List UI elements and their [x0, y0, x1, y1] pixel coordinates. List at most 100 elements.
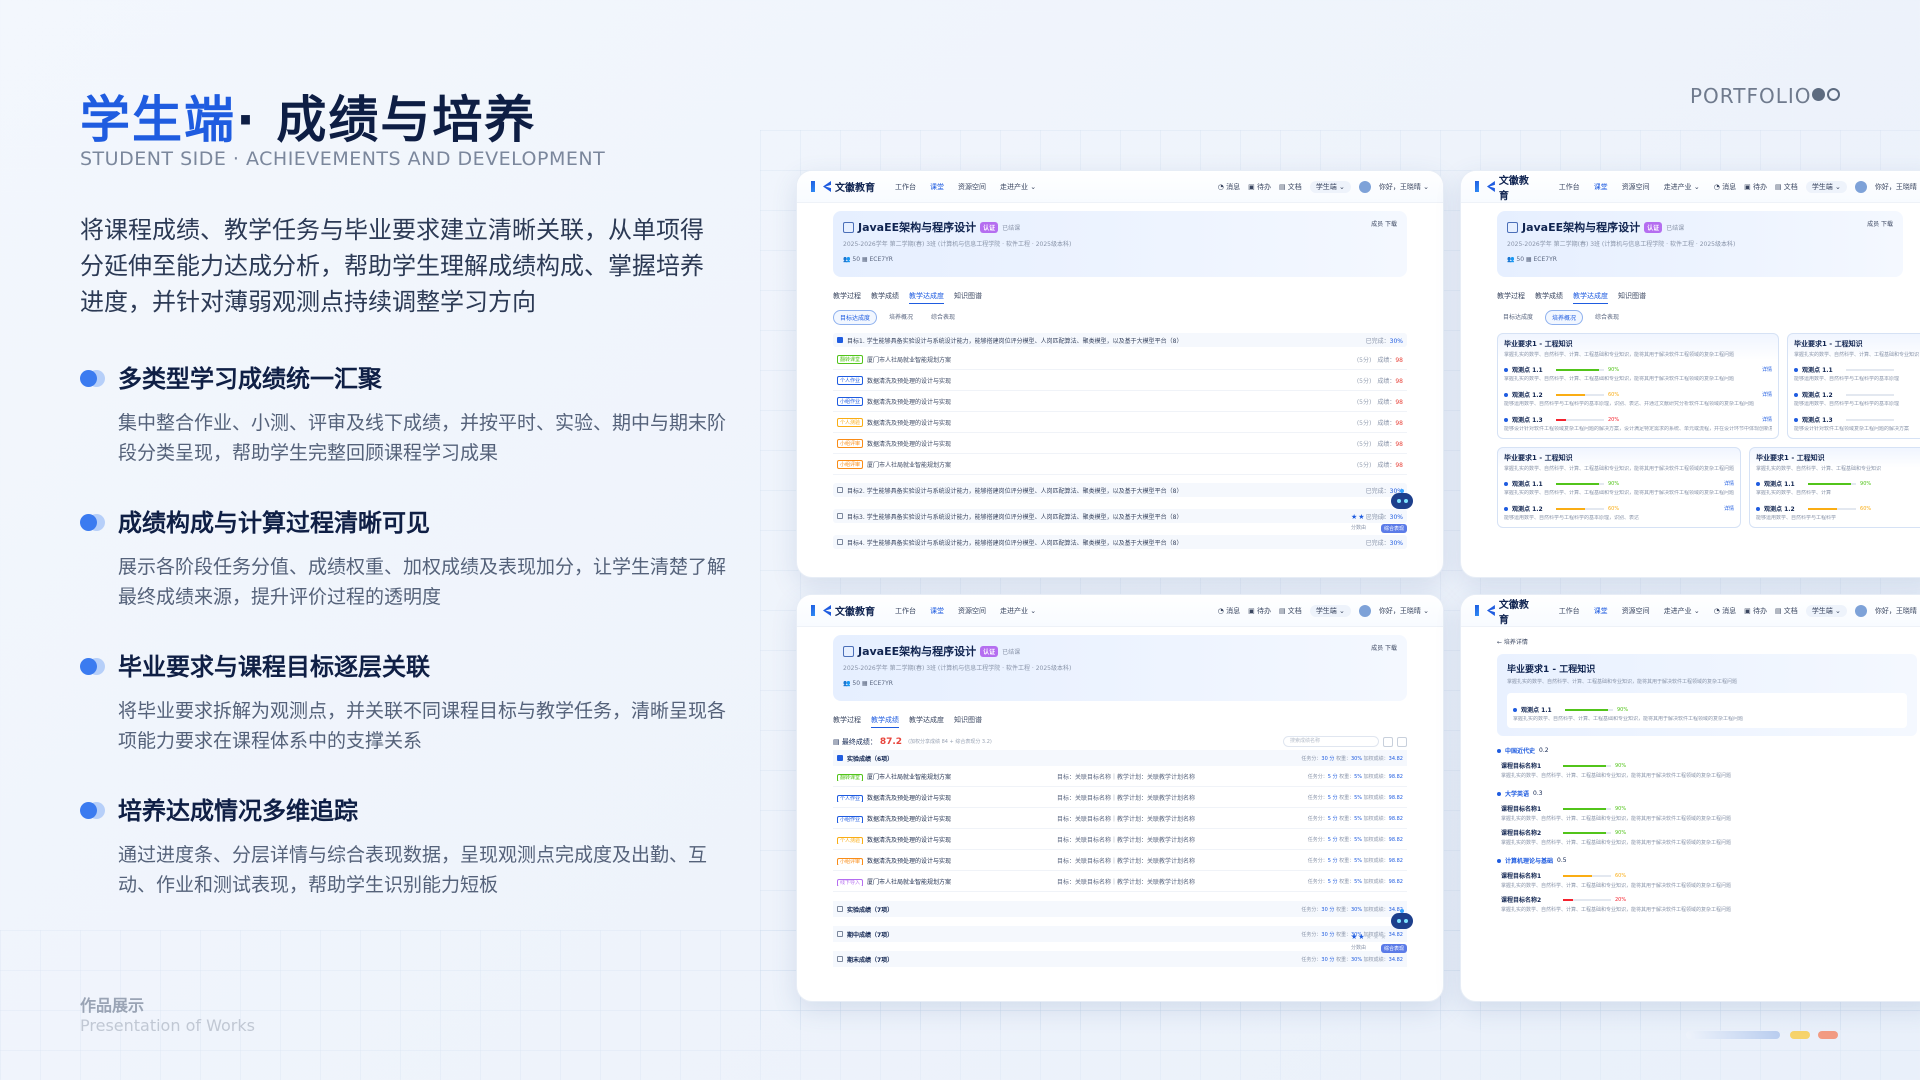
nav-item[interactable]: 资源空间 — [1622, 606, 1650, 616]
grade-row[interactable]: 个人作业 数据清洗及预处理的设计与实现 目标：关联目标名称｜教学计划：关联教学计划名… — [833, 787, 1407, 808]
nav-item[interactable]: 资源空间 — [958, 606, 986, 616]
grade-row[interactable]: 小组作业 数据清洗及预处理的设计与实现 目标：关联目标名称｜教学计划：关联教学计划名… — [833, 808, 1407, 829]
back-link[interactable]: ← 培养详情 — [1497, 637, 1903, 646]
nav-item[interactable]: 资源空间 — [1622, 182, 1650, 192]
detail-link[interactable]: 详情 — [1762, 366, 1772, 373]
task-row[interactable]: 个人测验 数据清洗及预处理的设计与实现 (5分) 成绩：98 — [833, 412, 1407, 433]
tab-item[interactable]: 教学达成度 — [1573, 291, 1608, 304]
nav-item[interactable]: 走进产业 ⌄ — [1000, 182, 1036, 192]
course-actions[interactable]: 成员 下载 — [1371, 219, 1397, 228]
course-actions[interactable]: 成员 下载 — [1371, 643, 1397, 652]
subtab-item[interactable]: 培养概况 — [883, 310, 919, 325]
nav-item[interactable]: 工作台 — [1559, 182, 1580, 192]
goal-row[interactable]: 目标4. 学生能够具备实验设计与系统设计能力，能够搭建岗位评分模型、人岗匹配算法… — [833, 535, 1407, 549]
grade-row[interactable]: 个人测验 数据清洗及预处理的设计与实现 目标：关联目标名称｜教学计划：关联教学计划名… — [833, 829, 1407, 850]
tab-item[interactable]: 知识图谱 — [1618, 291, 1646, 304]
grade-group-header[interactable]: 期中成绩（7项） 任务分：30 分 权重：30% 加权成绩：34.82 — [833, 926, 1407, 942]
nav-item[interactable]: 工作台 — [895, 182, 916, 192]
nav-item[interactable]: 课堂 — [930, 606, 944, 616]
nav-messages[interactable]: ◔ 消息 — [1714, 182, 1736, 192]
grade-group-header[interactable]: 期末成绩（7项） 任务分：30 分 权重：30% 加权成绩：34.82 — [833, 951, 1407, 967]
sort-icon[interactable] — [1397, 736, 1407, 747]
tab-item[interactable]: 教学成绩 — [1535, 291, 1563, 304]
tab-item[interactable]: 教学成绩 — [871, 715, 899, 728]
task-row[interactable]: 小组评审 数据清洗及预处理的设计与实现 (5分) 成绩：98 — [833, 433, 1407, 454]
grade-group-header[interactable]: 实验成绩（7项） 任务分：30 分 权重：30% 加权成绩：34.82 — [833, 901, 1407, 917]
task-row[interactable]: 小组作业 数据清洗及预处理的设计与实现 (5分) 成绩：98 — [833, 391, 1407, 412]
avatar[interactable] — [1358, 604, 1371, 617]
assistant-robot-icon[interactable] — [1389, 909, 1415, 935]
nav-docs[interactable]: ▤ 文档 — [1279, 606, 1302, 616]
nav-item[interactable]: 课堂 — [1594, 182, 1608, 192]
expand-toggle[interactable] — [837, 487, 843, 493]
tab-item[interactable]: 教学达成度 — [909, 715, 944, 728]
nav-item[interactable]: 走进产业 ⌄ — [1664, 606, 1700, 616]
course-actions[interactable]: 成员 下载 — [1867, 219, 1893, 228]
nav-todo[interactable]: ▣ 待办 — [1248, 606, 1271, 616]
robot-badge[interactable]: 综合表现 — [1381, 524, 1408, 533]
task-row[interactable]: 个人作业 数据清洗及预处理的设计与实现 (5分) 成绩：98 — [833, 370, 1407, 391]
goal-row[interactable]: 目标3. 学生能够具备实验设计与系统设计能力，能够搭建岗位评分模型、人岗匹配算法… — [833, 509, 1407, 523]
expand-toggle[interactable] — [837, 539, 843, 545]
subtab-item[interactable]: 目标达成度 — [1497, 310, 1539, 325]
detail-link[interactable]: 详情 — [1724, 505, 1734, 512]
role-switch[interactable]: 学生端 ⌄ — [1309, 604, 1351, 617]
robot-badge[interactable]: 综合表现 — [1381, 944, 1408, 953]
tab-item[interactable]: 教学过程 — [833, 715, 861, 728]
expand-toggle[interactable] — [837, 931, 843, 937]
nav-item[interactable]: 走进产业 ⌄ — [1664, 182, 1700, 192]
nav-docs[interactable]: ▤ 文档 — [1279, 182, 1302, 192]
nav-docs[interactable]: ▤ 文档 — [1775, 606, 1798, 616]
user-greeting[interactable]: 你好，王晓晴 ⌄ — [1379, 606, 1429, 616]
user-greeting[interactable]: 你好，王晓晴 ⌄ — [1875, 606, 1920, 616]
nav-item[interactable]: 课堂 — [930, 182, 944, 192]
user-greeting[interactable]: 你好，王晓晴 ⌄ — [1875, 182, 1920, 192]
expand-toggle[interactable] — [837, 956, 843, 962]
nav-docs[interactable]: ▤ 文档 — [1775, 182, 1798, 192]
tab-item[interactable]: 知识图谱 — [954, 715, 982, 728]
avatar[interactable] — [1854, 604, 1867, 617]
tab-item[interactable]: 教学达成度 — [909, 291, 944, 304]
nav-item[interactable]: 资源空间 — [958, 182, 986, 192]
grade-row[interactable]: 翻转课堂 厦门市人社局就业智能规划方案 目标：关联目标名称｜教学计划：关联教学计划名… — [833, 766, 1407, 787]
task-row[interactable]: 翻转课堂 厦门市人社局就业智能规划方案 (5分) 成绩：98 — [833, 349, 1407, 370]
subtab-item[interactable]: 综合表现 — [1589, 310, 1625, 325]
expand-toggle[interactable] — [837, 337, 843, 343]
nav-todo[interactable]: ▣ 待办 — [1744, 182, 1767, 192]
nav-item[interactable]: 课堂 — [1594, 606, 1608, 616]
tab-item[interactable]: 知识图谱 — [954, 291, 982, 304]
user-greeting[interactable]: 你好，王晓晴 ⌄ — [1379, 182, 1429, 192]
avatar[interactable] — [1358, 180, 1371, 193]
nav-messages[interactable]: ◔ 消息 — [1218, 182, 1240, 192]
role-switch[interactable]: 学生端 ⌄ — [1805, 180, 1847, 193]
search-input[interactable]: 搜索成绩名称 — [1283, 736, 1379, 747]
subtab-item[interactable]: 综合表现 — [925, 310, 961, 325]
grade-row[interactable]: 小组评审 数据清洗及预处理的设计与实现 目标：关联目标名称｜教学计划：关联教学计划名… — [833, 850, 1407, 871]
goal-row[interactable]: 目标1. 学生能够具备实验设计与系统设计能力，能够搭建岗位评分模型、人岗匹配算法… — [833, 333, 1407, 347]
expand-toggle[interactable] — [837, 906, 843, 912]
detail-link[interactable]: 详情 — [1724, 480, 1734, 487]
detail-link[interactable]: 详情 — [1762, 416, 1772, 423]
task-row[interactable]: 小组评审 厦门市人社局就业智能规划方案 (5分) 成绩：98 — [833, 454, 1407, 475]
tab-item[interactable]: 教学过程 — [1497, 291, 1525, 304]
nav-item[interactable]: 走进产业 ⌄ — [1000, 606, 1036, 616]
subtab-item[interactable]: 培养概况 — [1545, 310, 1584, 325]
goal-row[interactable]: 目标2. 学生能够具备实验设计与系统设计能力，能够搭建岗位评分模型、人岗匹配算法… — [833, 483, 1407, 497]
expand-toggle[interactable] — [837, 513, 843, 519]
detail-link[interactable]: 详情 — [1762, 391, 1772, 398]
tab-item[interactable]: 教学成绩 — [871, 291, 899, 304]
nav-item[interactable]: 工作台 — [1559, 606, 1580, 616]
subtab-item[interactable]: 目标达成度 — [833, 310, 878, 325]
nav-item[interactable]: 工作台 — [895, 606, 916, 616]
nav-messages[interactable]: ◔ 消息 — [1714, 606, 1736, 616]
assistant-robot-icon[interactable] — [1389, 489, 1415, 515]
filter-icon[interactable] — [1383, 736, 1393, 747]
grade-row[interactable]: 线下导入 厦门市人社局就业智能规划方案 目标：关联目标名称｜教学计划：关联教学计划名… — [833, 871, 1407, 892]
tab-item[interactable]: 教学过程 — [833, 291, 861, 304]
nav-todo[interactable]: ▣ 待办 — [1744, 606, 1767, 616]
nav-todo[interactable]: ▣ 待办 — [1248, 182, 1271, 192]
grade-group-header[interactable]: 实验成绩（6项） 任务分：30 分 权重：30% 加权成绩：34.82 — [833, 750, 1407, 766]
nav-messages[interactable]: ◔ 消息 — [1218, 606, 1240, 616]
avatar[interactable] — [1854, 180, 1867, 193]
expand-toggle[interactable] — [837, 755, 843, 761]
